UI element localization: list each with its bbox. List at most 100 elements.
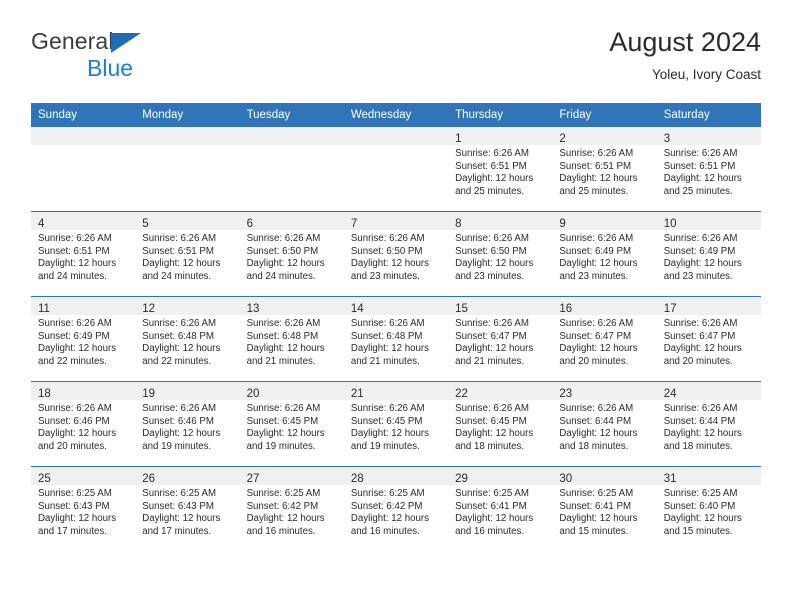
day-number: 2 xyxy=(559,133,566,145)
calendar-day-cell[interactable]: 21 Sunrise: 6:26 AM Sunset: 6:45 PM Dayligh… xyxy=(343,381,449,467)
sunset-text: Sunset: 6:42 PM xyxy=(246,500,319,512)
calendar-day-cell[interactable]: 28 Sunrise: 6:25 AM Sunset: 6:42 PM Dayligh… xyxy=(343,466,449,551)
sunrise-text: Sunrise: 6:26 AM xyxy=(559,233,634,244)
day-number-band: 17 xyxy=(656,297,761,315)
calendar-table: Sunday Monday Tuesday Wednesday Thursday Frid… xyxy=(31,103,761,551)
sunrise-text: Sunrise: 6:25 AM xyxy=(350,488,425,499)
calendar-day-cell[interactable]: 6 Sunrise: 6:26 AM Sunset: 6:50 PM Daylight… xyxy=(239,211,344,297)
sunrise-text: Sunrise: 6:26 AM xyxy=(455,318,529,329)
day-details xyxy=(31,145,135,148)
day-number: 7 xyxy=(350,218,358,230)
daylight-text-line1: Daylight: 12 hours xyxy=(559,428,638,440)
generalblue-logo[interactable]: General Blue xyxy=(31,30,261,86)
weekday-header-thursday: Thursday xyxy=(448,103,553,127)
sunrise-text: Sunrise: 6:26 AM xyxy=(246,403,321,414)
sunrise-text: Sunrise: 6:26 AM xyxy=(142,403,217,414)
sunset-text: Sunset: 6:51 PM xyxy=(559,160,632,172)
sunrise-text: Sunrise: 6:26 AM xyxy=(663,233,738,244)
daylight-text-line1: Daylight: 12 hours xyxy=(38,343,117,355)
day-number: 17 xyxy=(663,303,677,315)
daylight-text-line1: Daylight: 12 hours xyxy=(663,513,742,525)
calendar-day-cell[interactable]: 27 Sunrise: 6:25 AM Sunset: 6:42 PM Dayligh… xyxy=(239,466,344,551)
calendar-day-cell[interactable]: 22 Sunrise: 6:26 AM Sunset: 6:45 PM Dayligh… xyxy=(448,381,553,467)
calendar-day-cell[interactable]: 17 Sunrise: 6:26 AM Sunset: 6:47 PM Dayligh… xyxy=(656,296,761,382)
calendar-day-cell[interactable]: 13 Sunrise: 6:26 AM Sunset: 6:48 PM Dayligh… xyxy=(239,296,344,382)
calendar-day-cell[interactable]: 14 Sunrise: 6:26 AM Sunset: 6:48 PM Dayligh… xyxy=(343,296,449,382)
day-number: 19 xyxy=(142,388,156,400)
sunrise-text: Sunrise: 6:26 AM xyxy=(350,233,425,244)
daylight-text-line2: and 21 minutes. xyxy=(350,355,420,367)
day-number: 3 xyxy=(663,133,671,145)
daylight-text-line1: Daylight: 12 hours xyxy=(38,513,117,525)
calendar-day-cell[interactable]: 19 Sunrise: 6:26 AM Sunset: 6:46 PM Dayligh… xyxy=(135,381,240,467)
day-number-band: 9 xyxy=(552,212,657,230)
day-number-band: 23 xyxy=(552,382,657,400)
sunset-text: Sunset: 6:44 PM xyxy=(663,415,736,427)
day-number-band: 1 xyxy=(448,127,553,145)
calendar-day-cell[interactable]: 23 Sunrise: 6:26 AM Sunset: 6:44 PM Dayligh… xyxy=(552,381,657,467)
page-subtitle: Yoleu, Ivory Coast xyxy=(651,67,761,82)
calendar-day-cell[interactable]: 29 Sunrise: 6:25 AM Sunset: 6:41 PM Dayligh… xyxy=(448,466,553,551)
sunrise-text: Sunrise: 6:26 AM xyxy=(663,403,738,414)
daylight-text-line1: Daylight: 12 hours xyxy=(663,428,742,440)
calendar-day-cell[interactable]: 2 Sunrise: 6:26 AM Sunset: 6:51 PM Daylight… xyxy=(552,126,657,212)
day-number-band: 29 xyxy=(448,467,553,485)
daylight-text-line1: Daylight: 12 hours xyxy=(350,258,429,270)
calendar-day-cell[interactable]: 16 Sunrise: 6:26 AM Sunset: 6:47 PM Dayligh… xyxy=(552,296,657,382)
day-details: Sunrise: 6:26 AM Sunset: 6:46 PM Daylight:… xyxy=(135,400,239,453)
day-details: Sunrise: 6:26 AM Sunset: 6:51 PM Daylight:… xyxy=(657,145,761,198)
day-number-band: 22 xyxy=(448,382,553,400)
weekday-header-tuesday: Tuesday xyxy=(239,103,344,127)
day-number-band: 16 xyxy=(552,297,657,315)
daylight-text-line1: Daylight: 12 hours xyxy=(246,513,325,525)
calendar-day-cell[interactable]: 5 Sunrise: 6:26 AM Sunset: 6:51 PM Daylight… xyxy=(135,211,240,297)
day-details: Sunrise: 6:26 AM Sunset: 6:48 PM Daylight:… xyxy=(135,315,239,368)
daylight-text-line2: and 25 minutes. xyxy=(559,185,629,197)
calendar-day-cell[interactable]: 20 Sunrise: 6:26 AM Sunset: 6:45 PM Dayligh… xyxy=(239,381,344,467)
day-number: 16 xyxy=(559,303,573,315)
day-number-band: 14 xyxy=(343,297,449,315)
calendar-day-cell[interactable]: 26 Sunrise: 6:25 AM Sunset: 6:43 PM Dayligh… xyxy=(135,466,240,551)
calendar-day-cell[interactable]: 25 Sunrise: 6:25 AM Sunset: 6:43 PM Dayligh… xyxy=(31,466,136,551)
sunrise-text: Sunrise: 6:25 AM xyxy=(663,488,738,499)
calendar-day-cell[interactable]: 7 Sunrise: 6:26 AM Sunset: 6:50 PM Daylight… xyxy=(343,211,449,297)
daylight-text-line1: Daylight: 12 hours xyxy=(246,428,325,440)
sunset-text: Sunset: 6:51 PM xyxy=(38,245,110,257)
day-number: 12 xyxy=(142,303,156,315)
day-number-band: 18 xyxy=(31,382,136,400)
daylight-text-line1: Daylight: 12 hours xyxy=(246,343,325,355)
calendar-day-cell[interactable]: 31 Sunrise: 6:25 AM Sunset: 6:40 PM Dayligh… xyxy=(656,466,761,551)
sunrise-text: Sunrise: 6:26 AM xyxy=(663,318,738,329)
calendar-day-cell[interactable]: 15 Sunrise: 6:26 AM Sunset: 6:47 PM Dayligh… xyxy=(448,296,553,382)
day-details: Sunrise: 6:25 AM Sunset: 6:43 PM Daylight:… xyxy=(31,485,135,538)
calendar-day-cell[interactable]: 30 Sunrise: 6:25 AM Sunset: 6:41 PM Dayligh… xyxy=(552,466,657,551)
daylight-text-line1: Daylight: 12 hours xyxy=(559,343,638,355)
day-number: 4 xyxy=(38,218,45,230)
calendar-day-cell[interactable]: 3 Sunrise: 6:26 AM Sunset: 6:51 PM Daylight… xyxy=(656,126,761,212)
weekday-header-wednesday: Wednesday xyxy=(343,103,449,127)
day-number: 21 xyxy=(350,388,364,400)
calendar-day-cell[interactable]: 10 Sunrise: 6:26 AM Sunset: 6:49 PM Dayligh… xyxy=(656,211,761,297)
calendar-day-cell[interactable]: 8 Sunrise: 6:26 AM Sunset: 6:50 PM Daylight… xyxy=(448,211,553,297)
daylight-text-line2: and 22 minutes. xyxy=(38,355,107,367)
day-number-band: 7 xyxy=(343,212,449,230)
daylight-text-line2: and 24 minutes. xyxy=(142,270,212,282)
day-number: 25 xyxy=(38,473,51,485)
calendar-day-cell[interactable]: 1 Sunrise: 6:26 AM Sunset: 6:51 PM Daylight… xyxy=(448,126,553,212)
calendar-day-cell[interactable]: 4 Sunrise: 6:26 AM Sunset: 6:51 PM Daylight… xyxy=(31,211,136,297)
weekday-header-friday: Friday xyxy=(552,103,657,127)
calendar-day-cell[interactable]: 24 Sunrise: 6:26 AM Sunset: 6:44 PM Dayligh… xyxy=(656,381,761,467)
sunset-text: Sunset: 6:46 PM xyxy=(38,415,110,427)
sunrise-text: Sunrise: 6:25 AM xyxy=(142,488,217,499)
day-number: 5 xyxy=(142,218,149,230)
calendar-day-cell[interactable]: 12 Sunrise: 6:26 AM Sunset: 6:48 PM Dayligh… xyxy=(135,296,240,382)
calendar-header-row: Sunday Monday Tuesday Wednesday Thursday Frid… xyxy=(31,103,761,127)
calendar-day-cell[interactable]: 9 Sunrise: 6:26 AM Sunset: 6:49 PM Daylight… xyxy=(552,211,657,297)
day-number-band: 4 xyxy=(31,212,136,230)
daylight-text-line2: and 18 minutes. xyxy=(455,440,525,452)
calendar-day-cell[interactable]: 18 Sunrise: 6:26 AM Sunset: 6:46 PM Dayligh… xyxy=(31,381,136,467)
sunrise-text: Sunrise: 6:26 AM xyxy=(246,318,321,329)
day-number: 10 xyxy=(663,218,677,230)
calendar-day-cell[interactable]: 11 Sunrise: 6:26 AM Sunset: 6:49 PM Dayligh… xyxy=(31,296,136,382)
daylight-text-line1: Daylight: 12 hours xyxy=(663,173,742,185)
